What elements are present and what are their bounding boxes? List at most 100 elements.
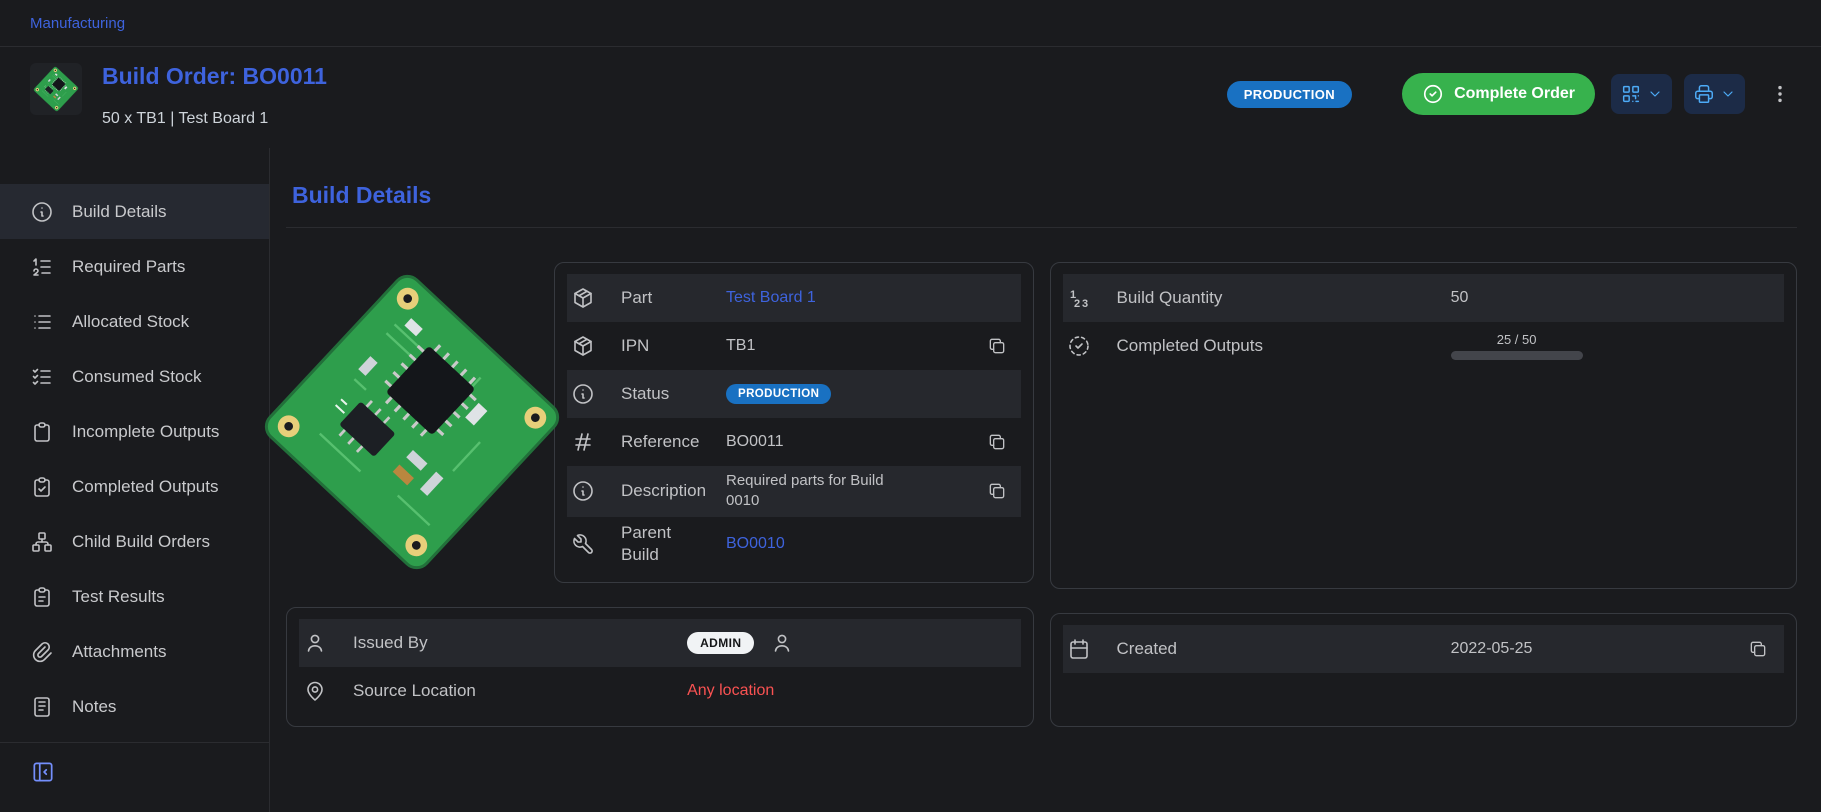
left-column: Part Test Board 1 IPN TB1 [286, 262, 1034, 727]
detail-row-parent-build: Parent Build BO0010 [567, 517, 1021, 571]
complete-order-button[interactable]: Complete Order [1402, 73, 1595, 115]
heading-divider [286, 227, 1797, 228]
sidebar-item-allocated-stock[interactable]: Allocated Stock [0, 294, 269, 349]
title-block: Build Order: BO0011 50 x TB1 | Test Boar… [102, 63, 327, 128]
info-circle-icon [30, 200, 54, 224]
pcb-thumbnail-image [31, 64, 82, 115]
detail-row-completed-outputs: Completed Outputs 25 / 50 [1063, 322, 1785, 370]
sidebar-item-test-results[interactable]: Test Results [0, 569, 269, 624]
print-actions-button[interactable] [1684, 74, 1745, 114]
section-heading: Build Details [292, 182, 1797, 209]
test-report-icon [30, 585, 54, 609]
progress-check-icon [1067, 334, 1117, 358]
part-image[interactable] [286, 262, 538, 583]
sidebar-item-attachments[interactable]: Attachments [0, 624, 269, 679]
body-row: Build Details Required Parts Allocated S… [0, 148, 1821, 812]
detail-row-description: Description Required parts for Build 001… [567, 466, 1021, 517]
sidebar-item-completed-outputs[interactable]: Completed Outputs [0, 459, 269, 514]
sidebar-item-notes[interactable]: Notes [0, 679, 269, 734]
sidebar-item-required-parts[interactable]: Required Parts [0, 239, 269, 294]
quantity-panel: Build Quantity 50 Completed Outputs 25 /… [1050, 262, 1798, 589]
detail-value: Required parts for Build 0010 [726, 471, 898, 512]
barcode-actions-button[interactable] [1611, 74, 1672, 114]
details-panel: Part Test Board 1 IPN TB1 [554, 262, 1034, 583]
detail-row-reference: Reference BO0011 [567, 418, 1021, 466]
more-actions-button[interactable] [1769, 83, 1791, 105]
copy-icon [987, 481, 1007, 501]
map-pin-icon [303, 679, 353, 703]
sidebar-item-label: Consumed Stock [72, 367, 201, 387]
copy-button[interactable] [1736, 639, 1780, 659]
chevron-down-icon [1720, 86, 1736, 102]
sidebar-item-label: Notes [72, 697, 116, 717]
printer-icon [1693, 83, 1715, 105]
sitemap-icon [30, 530, 54, 554]
parent-build-link[interactable]: BO0010 [726, 533, 977, 555]
status-badge: PRODUCTION [1227, 81, 1352, 108]
chevron-down-icon [1647, 86, 1663, 102]
list-icon [30, 310, 54, 334]
progress-track [1451, 351, 1583, 360]
detail-label: Issued By [353, 632, 687, 654]
progress-label: 25 / 50 [1451, 332, 1583, 347]
created-panel: Created 2022-05-25 [1050, 613, 1798, 727]
sidebar-item-build-details[interactable]: Build Details [0, 184, 269, 239]
part-link[interactable]: Test Board 1 [726, 287, 977, 309]
sidebar-item-consumed-stock[interactable]: Consumed Stock [0, 349, 269, 404]
detail-label: Reference [621, 431, 726, 453]
copy-button[interactable] [977, 336, 1017, 356]
detail-value: TB1 [726, 335, 977, 357]
sidebar: Build Details Required Parts Allocated S… [0, 148, 270, 812]
status-badge: PRODUCTION [726, 384, 831, 404]
clipboard-check-icon [30, 475, 54, 499]
pcb-image [244, 254, 580, 590]
clipboard-icon [30, 420, 54, 444]
detail-label: IPN [621, 335, 726, 357]
list-check-icon [30, 365, 54, 389]
user-icon [770, 631, 794, 655]
detail-row-status: Status PRODUCTION [567, 370, 1021, 418]
copy-icon [987, 432, 1007, 452]
hash-icon [571, 430, 621, 454]
sidebar-item-label: Child Build Orders [72, 532, 210, 552]
detail-label: Part [621, 287, 726, 309]
sidebar-item-label: Test Results [72, 587, 165, 607]
build-quantity-value: 50 [1451, 287, 1736, 309]
sidebar-item-incomplete-outputs[interactable]: Incomplete Outputs [0, 404, 269, 459]
detail-row-part: Part Test Board 1 [567, 274, 1021, 322]
circle-check-icon [1422, 83, 1444, 105]
page-header: Build Order: BO0011 50 x TB1 | Test Boar… [0, 47, 1821, 148]
detail-label: Parent Build [621, 522, 726, 566]
copy-icon [987, 336, 1007, 356]
detail-label: Source Location [353, 680, 687, 702]
header-actions: PRODUCTION Complete Order [1227, 73, 1791, 115]
right-column: Build Quantity 50 Completed Outputs 25 /… [1050, 262, 1798, 727]
source-location-value: Any location [687, 680, 972, 702]
qrcode-icon [1620, 83, 1642, 105]
list-numbers-icon [30, 255, 54, 279]
top-left-row: Part Test Board 1 IPN TB1 [286, 262, 1034, 583]
copy-button[interactable] [977, 432, 1017, 452]
sidebar-item-label: Build Details [72, 202, 167, 222]
created-value: 2022-05-25 [1451, 638, 1736, 660]
issued-panel: Issued By ADMIN Source Location Any loca… [286, 607, 1034, 727]
sidebar-footer [0, 742, 269, 785]
paperclip-icon [30, 640, 54, 664]
user-icon [303, 631, 353, 655]
page-title: Build Order: BO0011 [102, 63, 327, 90]
complete-order-label: Complete Order [1454, 85, 1575, 103]
breadcrumb-link-manufacturing[interactable]: Manufacturing [30, 15, 125, 32]
page-subtitle: 50 x TB1 | Test Board 1 [102, 110, 327, 128]
copy-icon [1748, 639, 1768, 659]
sidebar-item-label: Attachments [72, 642, 167, 662]
copy-button[interactable] [977, 481, 1017, 501]
detail-row-created: Created 2022-05-25 [1063, 625, 1785, 673]
detail-row-source-location: Source Location Any location [299, 667, 1021, 715]
sidebar-item-label: Allocated Stock [72, 312, 189, 332]
app-root: Manufacturing Build Order: BO0011 50 x T… [0, 0, 1821, 812]
numbers-123-icon [1067, 286, 1117, 310]
collapse-sidebar-button[interactable] [30, 759, 56, 785]
detail-label: Created [1117, 638, 1451, 660]
part-thumbnail[interactable] [30, 63, 82, 115]
sidebar-item-child-build-orders[interactable]: Child Build Orders [0, 514, 269, 569]
